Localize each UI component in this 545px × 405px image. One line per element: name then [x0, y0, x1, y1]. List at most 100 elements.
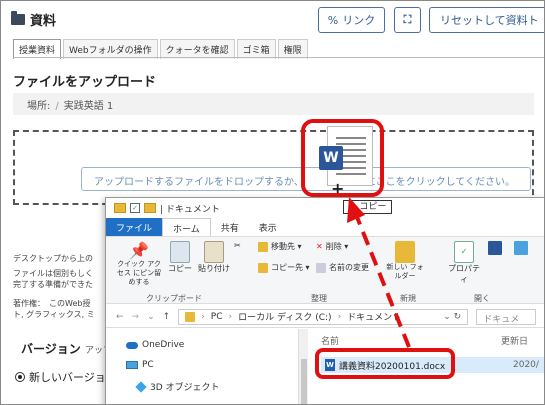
page-title-text: 資料 [30, 14, 57, 29]
word-icon [488, 241, 502, 255]
tab-bar: 授業資料 Webフォルダの操作 クォータを確認 ゴミ箱 権限 [13, 39, 310, 59]
organize-group-2: ✕ 削除 ▾ 名前の変更 [316, 241, 369, 277]
path-segment[interactable]: PC [211, 312, 223, 322]
open-icon[interactable] [488, 241, 508, 257]
drop-text: アップロードするファイルをドロップするか、 [94, 177, 304, 188]
location-label: 場所: [27, 101, 51, 112]
new-folder-label: 新しい フォルダー [386, 263, 424, 280]
move-to-button[interactable]: 移動先 ▾ [258, 241, 310, 252]
nav-scrollbar[interactable] [298, 329, 308, 404]
note-line: デスクトップから上の [13, 254, 93, 263]
delete-icon: ✕ [316, 242, 323, 251]
highlight-dragged-file [301, 119, 384, 197]
note-line: ト, グラフィックス, ミ [13, 310, 95, 319]
file-date: 2020/ [513, 360, 539, 370]
select-icon[interactable] [514, 241, 534, 257]
folder-icon [11, 11, 25, 25]
address-bar: ← → ⌄ ↑ › PC › ローカル ディスク (C:) › ドキュメント ⌄ ↻ … [106, 306, 544, 328]
chevron-down-icon[interactable]: ⌄ [147, 312, 155, 322]
tab-permissions[interactable]: 権限 [277, 39, 308, 59]
refresh-icon[interactable]: ⌄ ↻ [443, 312, 461, 322]
scrollbar-thumb[interactable] [301, 359, 307, 404]
link-button[interactable]: % リンク [318, 7, 385, 33]
ribbon: 📌 クイック アクセス にピン留めする コピー 貼り付け ✂ クリップボード 移… [106, 236, 544, 304]
location-value[interactable]: 実践英語 1 [64, 101, 114, 112]
checkbox-icon[interactable]: ✓ [130, 203, 140, 213]
clipboard-group-label: クリップボード [146, 294, 202, 303]
new-group-label: 新規 [400, 294, 416, 303]
search-input[interactable]: ドキュメ [476, 308, 537, 325]
column-date[interactable]: 更新日 [501, 334, 528, 347]
properties-icon: ✓ [454, 241, 474, 263]
tab-trash[interactable]: ゴミ箱 [236, 39, 276, 59]
copy-to-label: コピー先 ▾ [271, 263, 310, 272]
folder-icon [144, 203, 156, 213]
version-title: バージョン [21, 342, 81, 356]
copy-label: コピー [168, 264, 192, 273]
move-to-label: 移動先 ▾ [271, 242, 302, 251]
new-folder-icon [395, 241, 415, 263]
tab-home[interactable]: ホーム [162, 218, 211, 236]
address-input[interactable]: › PC › ローカル ディスク (C:) › ドキュメント ⌄ ↻ [178, 308, 469, 325]
tab-quota[interactable]: クォータを確認 [159, 39, 235, 59]
up-icon[interactable]: ↑ [163, 312, 171, 322]
notes-text: デスクトップから上の ファイルは個別もしく 完了する準備ができた 著作権： この… [13, 253, 113, 324]
upload-title: ファイルをアップロード [13, 75, 157, 90]
folder-icon [185, 311, 196, 322]
tab-divider [13, 57, 544, 58]
file-list-header: 名前 更新日 [311, 329, 544, 347]
properties-button[interactable]: ✓ プロパティ [446, 241, 482, 285]
explorer-title: | ドキュメント [160, 204, 220, 215]
folder-icon [258, 262, 268, 273]
organize-group-label: 整理 [311, 294, 327, 303]
delete-button[interactable]: ✕ 削除 ▾ [316, 241, 369, 252]
new-version-option[interactable]: 新しいバージョン [15, 369, 117, 385]
rename-icon [316, 262, 326, 273]
folder-icon [258, 241, 268, 252]
new-folder-button[interactable]: 新しい フォルダー [386, 241, 424, 281]
paste-label: 貼り付け [198, 264, 230, 273]
nav-item-3d-objects[interactable]: 3D オブジェクト [106, 375, 306, 398]
nav-item-label: 3D オブジェクト [150, 383, 220, 393]
folder-icon [114, 203, 126, 213]
pin-icon: 📌 [129, 241, 149, 260]
cube-icon [135, 380, 147, 393]
forward-icon[interactable]: → [132, 312, 140, 322]
nav-item-label: PC [142, 360, 154, 370]
tab-share[interactable]: 共有 [211, 218, 249, 236]
nav-item-pc[interactable]: PC [106, 355, 306, 375]
note-line: ファイルは個別もしく [13, 269, 93, 278]
column-name[interactable]: 名前 [321, 334, 501, 347]
cut-icon[interactable]: ✂ [234, 241, 244, 250]
paste-button[interactable]: 貼り付け [198, 241, 230, 274]
link-button-label: リンク [342, 14, 376, 27]
back-icon[interactable]: ← [116, 312, 124, 322]
path-segment[interactable]: ローカル ディスク (C:) [238, 310, 331, 323]
highlight-source-file [315, 348, 455, 379]
copy-to-button[interactable]: コピー先 ▾ [258, 262, 310, 273]
rename-button[interactable]: 名前の変更 [316, 262, 369, 273]
note-line: 完了する準備ができた [13, 280, 93, 289]
tab-file[interactable]: ファイル [106, 218, 163, 236]
path-segment[interactable]: ドキュメント [347, 310, 401, 323]
tab-course-materials[interactable]: 授業資料 [13, 39, 62, 59]
paste-icon [204, 241, 224, 263]
nav-item-onedrive[interactable]: OneDrive [106, 335, 306, 355]
organize-group: 移動先 ▾ コピー先 ▾ [258, 241, 310, 277]
open-group-label: 開く [474, 294, 490, 303]
drop-text-end: にここをクリックしてください。 [365, 177, 516, 188]
tab-web-folder[interactable]: Webフォルダの操作 [63, 39, 158, 59]
page-title: 資料 [11, 10, 56, 29]
pin-button[interactable]: 📌 クイック アクセス にピン留めする [114, 241, 164, 287]
expand-icon[interactable]: ⛶ [394, 7, 421, 33]
location-breadcrumb: 場所: / 実践英語 1 [13, 93, 534, 115]
radio-icon[interactable] [15, 372, 25, 382]
pin-label: クイック アクセス にピン留めする [116, 260, 162, 286]
reset-button[interactable]: リセットして資料ト [429, 7, 544, 33]
tab-view[interactable]: 表示 [249, 218, 287, 236]
nav-item-label: OneDrive [142, 340, 185, 350]
properties-label: プロパティ [448, 264, 480, 284]
copy-icon [170, 241, 190, 263]
delete-label: 削除 ▾ [325, 242, 349, 251]
copy-button[interactable]: コピー [168, 241, 192, 274]
